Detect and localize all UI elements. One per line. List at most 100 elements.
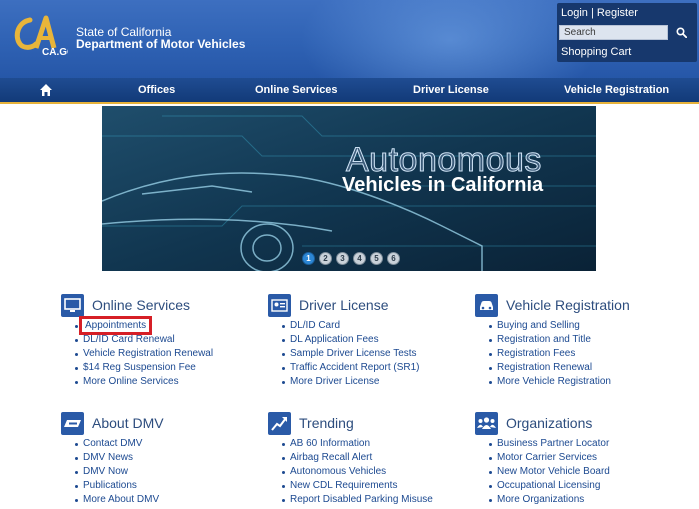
list-item: More Vehicle Registration bbox=[489, 375, 611, 389]
list-item: DL/ID Card bbox=[282, 319, 420, 333]
registration-title-link[interactable]: Registration and Title bbox=[497, 334, 591, 345]
nav-driver-license[interactable]: Driver License bbox=[413, 84, 489, 96]
list-item: $14 Reg Suspension Fee bbox=[75, 361, 213, 375]
list-item: DMV Now bbox=[75, 465, 159, 479]
list-item: Registration Fees bbox=[489, 347, 611, 361]
slide-dot-1[interactable]: 1 bbox=[302, 252, 315, 265]
list-item: More Online Services bbox=[75, 375, 213, 389]
login-separator: | bbox=[590, 7, 594, 19]
main-nav: Offices Online Services Driver License V… bbox=[0, 78, 699, 104]
id-card-icon bbox=[268, 293, 291, 317]
cdl-requirements-link[interactable]: New CDL Requirements bbox=[290, 480, 397, 491]
home-icon[interactable] bbox=[39, 83, 53, 97]
section-title[interactable]: Driver License bbox=[299, 297, 388, 313]
list-item: Publications bbox=[75, 479, 159, 493]
list-item: AB 60 Information bbox=[282, 437, 433, 451]
list-item: DMV News bbox=[75, 451, 159, 465]
contact-dmv-link[interactable]: Contact DMV bbox=[83, 438, 142, 449]
more-online-services-link[interactable]: More Online Services bbox=[83, 376, 179, 387]
appointments-link[interactable]: Appointments bbox=[78, 316, 153, 335]
account-box: Login | Register Shopping Cart bbox=[557, 3, 697, 62]
slide-dot-6[interactable]: 6 bbox=[387, 252, 400, 265]
banner-title-vehicles: Vehicles in California bbox=[342, 174, 544, 196]
ca-gov-logo[interactable]: CA.GOV bbox=[12, 14, 68, 58]
more-about-dmv-link[interactable]: More About DMV bbox=[83, 494, 159, 505]
dl-id-card-renewal-link[interactable]: DL/ID Card Renewal bbox=[83, 334, 175, 345]
nav-online-services[interactable]: Online Services bbox=[255, 84, 338, 96]
registration-renewal-link[interactable]: Registration Renewal bbox=[497, 362, 592, 373]
register-link[interactable]: Register bbox=[597, 7, 638, 19]
dl-application-fees-link[interactable]: DL Application Fees bbox=[290, 334, 379, 345]
dmv-news-link[interactable]: DMV News bbox=[83, 452, 133, 463]
banner-title-autonomous: Autonomous bbox=[346, 141, 542, 179]
list-item: New CDL Requirements bbox=[282, 479, 433, 493]
list-item: DL/ID Card Renewal bbox=[75, 333, 213, 347]
section-title[interactable]: Organizations bbox=[506, 415, 592, 431]
business-partner-link[interactable]: Business Partner Locator bbox=[497, 438, 609, 449]
autonomous-vehicles-link[interactable]: Autonomous Vehicles bbox=[290, 466, 386, 477]
car-icon bbox=[475, 293, 498, 317]
login-link[interactable]: Login bbox=[561, 7, 588, 19]
section-title[interactable]: Trending bbox=[299, 415, 354, 431]
list-item: Occupational Licensing bbox=[489, 479, 610, 493]
list-item: Buying and Selling bbox=[489, 319, 611, 333]
slide-indicators: 1 2 3 4 5 6 bbox=[302, 252, 400, 265]
list-item: Contact DMV bbox=[75, 437, 159, 451]
list-item: Registration and Title bbox=[489, 333, 611, 347]
vehicle-registration-renewal-link[interactable]: Vehicle Registration Renewal bbox=[83, 348, 213, 359]
header-glow bbox=[300, 0, 600, 78]
buying-selling-link[interactable]: Buying and Selling bbox=[497, 320, 580, 331]
list-item: DL Application Fees bbox=[282, 333, 420, 347]
list-item: Business Partner Locator bbox=[489, 437, 610, 451]
slide-dot-3[interactable]: 3 bbox=[336, 252, 349, 265]
list-item: More Driver License bbox=[282, 375, 420, 389]
publications-link[interactable]: Publications bbox=[83, 480, 137, 491]
list-item: More About DMV bbox=[75, 493, 159, 507]
list-item: Report Disabled Parking Misuse bbox=[282, 493, 433, 507]
dl-id-card-link[interactable]: DL/ID Card bbox=[290, 320, 340, 331]
section-title[interactable]: About DMV bbox=[92, 415, 164, 431]
list-item: Registration Renewal bbox=[489, 361, 611, 375]
nav-offices[interactable]: Offices bbox=[138, 84, 175, 96]
list-item: Traffic Accident Report (SR1) bbox=[282, 361, 420, 375]
site-header: CA.GOV State of California Department of… bbox=[0, 0, 699, 78]
shopping-cart-link[interactable]: Shopping Cart bbox=[561, 46, 631, 58]
list-item: Motor Carrier Services bbox=[489, 451, 610, 465]
slide-dot-2[interactable]: 2 bbox=[319, 252, 332, 265]
more-organizations-link[interactable]: More Organizations bbox=[497, 494, 584, 505]
list-item: Vehicle Registration Renewal bbox=[75, 347, 213, 361]
list-item: Sample Driver License Tests bbox=[282, 347, 420, 361]
vehicle-board-link[interactable]: New Motor Vehicle Board bbox=[497, 466, 610, 477]
trending-up-icon bbox=[268, 411, 291, 435]
slide-dot-4[interactable]: 4 bbox=[353, 252, 366, 265]
occupational-licensing-link[interactable]: Occupational Licensing bbox=[497, 480, 600, 491]
hero-banner[interactable]: Autonomous Vehicles in California 1 2 3 … bbox=[102, 106, 596, 271]
list-item: Airbag Recall Alert bbox=[282, 451, 433, 465]
dmv-now-link[interactable]: DMV Now bbox=[83, 466, 128, 477]
accident-report-link[interactable]: Traffic Accident Report (SR1) bbox=[290, 362, 420, 373]
dmv-logo-icon bbox=[61, 411, 84, 435]
list-item: Autonomous Vehicles bbox=[282, 465, 433, 479]
section-title[interactable]: Vehicle Registration bbox=[506, 297, 630, 313]
more-vehicle-registration-link[interactable]: More Vehicle Registration bbox=[497, 376, 611, 387]
reg-suspension-fee-link[interactable]: $14 Reg Suspension Fee bbox=[83, 362, 196, 373]
monitor-icon bbox=[61, 293, 84, 317]
motor-carrier-link[interactable]: Motor Carrier Services bbox=[497, 452, 597, 463]
section-title[interactable]: Online Services bbox=[92, 297, 190, 313]
logo-text: CA.GOV bbox=[42, 47, 68, 58]
registration-fees-link[interactable]: Registration Fees bbox=[497, 348, 575, 359]
dept-title: Department of Motor Vehicles bbox=[76, 37, 246, 51]
nav-vehicle-registration[interactable]: Vehicle Registration bbox=[564, 84, 669, 96]
search-icon[interactable] bbox=[676, 27, 687, 38]
more-driver-license-link[interactable]: More Driver License bbox=[290, 376, 379, 387]
list-item: Appointments bbox=[75, 316, 213, 335]
airbag-recall-link[interactable]: Airbag Recall Alert bbox=[290, 452, 372, 463]
sample-tests-link[interactable]: Sample Driver License Tests bbox=[290, 348, 417, 359]
people-icon bbox=[475, 411, 498, 435]
login-row: Login | Register bbox=[561, 7, 638, 19]
list-item: More Organizations bbox=[489, 493, 610, 507]
disabled-parking-link[interactable]: Report Disabled Parking Misuse bbox=[290, 494, 433, 505]
slide-dot-5[interactable]: 5 bbox=[370, 252, 383, 265]
search-input[interactable] bbox=[559, 25, 668, 40]
ab60-link[interactable]: AB 60 Information bbox=[290, 438, 370, 449]
